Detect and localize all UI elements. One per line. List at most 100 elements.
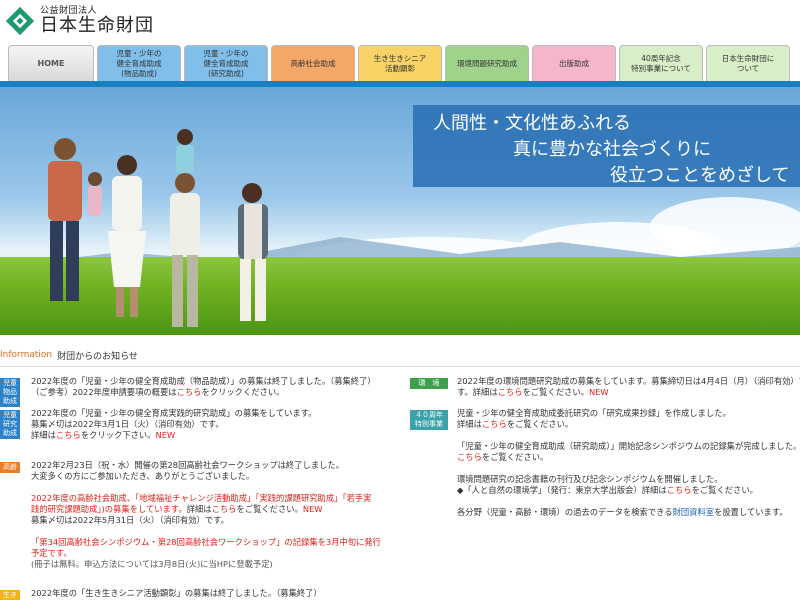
news-link[interactable]: こちら bbox=[457, 452, 482, 462]
nav-item[interactable]: 出版助成 bbox=[532, 45, 616, 81]
news-line: 環境問題研究の記念書籍の刊行及び記念シンポジウムを開催しました。 bbox=[457, 474, 800, 485]
news-text: をご覧ください。 bbox=[691, 485, 758, 495]
news-text: （ご参考）2022年度申請要項の概要は bbox=[31, 387, 177, 397]
news-text: 募集〆切は2022年5月31日（火）（消印有効）です。 bbox=[31, 515, 229, 525]
nav-home[interactable]: HOME bbox=[8, 45, 94, 81]
news-text: 2022年度の環境問題研究助成の募集をしています。募集締切日は4月4日（月）（消… bbox=[457, 376, 800, 386]
news-line: 践的研究課題助成」)の募集をしています。詳細はこちらをご覧ください。NEW bbox=[31, 504, 381, 515]
nav-item[interactable]: 日本生命財団に ついて bbox=[706, 45, 790, 81]
main-nav: HOME 児童・少年の 健全育成助成 (物品助成) 児童・少年の 健全育成助成 (研… bbox=[8, 45, 800, 81]
news-text: をご覧ください。 bbox=[506, 419, 574, 429]
news-text: 2022年度の「児童・少年の健全育成助成（物品助成）」の募集は終了しました。（募… bbox=[31, 376, 376, 386]
hero-line-1: 人間性・文化性あふれる bbox=[433, 113, 631, 134]
news-text: をご覧ください。 bbox=[481, 452, 549, 462]
news-text: 2022年度の「生き生きシニア活動顕彰」の募集は終了しました。（募集終了） bbox=[31, 588, 322, 598]
news-line: 2022年2月23日（祝・水）開催の第28回高齢社会ワークショップは終了しました… bbox=[31, 460, 381, 471]
family-photo bbox=[48, 129, 268, 327]
news-line: 募集〆切は2022年5月31日（火）（消印有効）です。 bbox=[31, 515, 381, 526]
nav-item[interactable]: 40周年記念 特別事業について bbox=[619, 45, 703, 81]
news-text: 募集〆切は2022年3月1日（火）（消印有効）です。 bbox=[31, 419, 224, 429]
news-line bbox=[457, 463, 800, 474]
news-line: 各分野（児童・高齢・環境）の過去のデータを検索できる財団資料室を設置しています。 bbox=[457, 507, 800, 518]
hero-line-3: 役立つことをめざして bbox=[610, 165, 790, 186]
news-text: をご覧ください。 bbox=[522, 387, 589, 397]
nav-item[interactable]: 児童・少年の 健全育成助成 (研究助成) bbox=[184, 45, 268, 81]
news-link[interactable]: こちら bbox=[212, 504, 237, 514]
news-link[interactable]: こちら bbox=[498, 387, 523, 397]
news-text: 予定です。 bbox=[31, 548, 72, 558]
news-line: 詳細はこちらをご覧ください。 bbox=[457, 419, 800, 430]
news-text: をご覧ください。 bbox=[236, 504, 303, 514]
news-text: をクリック下さい。 bbox=[80, 430, 156, 440]
news-text: 2022年度の高齢社会助成、「地域福祉チャレンジ活動助成」「実践的課題研究助成」… bbox=[31, 493, 372, 503]
news-line bbox=[31, 526, 381, 537]
org-name: 日本生命財団 bbox=[40, 15, 154, 36]
news-line: 「児童・少年の健全育成助成（研究助成）」開始記念シンポジウムの記録集が完成しまし… bbox=[457, 441, 800, 452]
news-line: （ご参考）2022年度申請要項の概要はこちらをクリックください。 bbox=[31, 387, 376, 398]
hero-line-2: 真に豊かな社会づくりに bbox=[513, 139, 711, 160]
news-text: 詳細は bbox=[31, 430, 56, 440]
news-link[interactable]: 財団資料室 bbox=[673, 507, 715, 517]
news-line: 児童・少年の健全育成助成委託研究の「研究成果抄録」を作成しました。 bbox=[457, 408, 800, 419]
news-text: を設置しています。 bbox=[714, 507, 788, 517]
news-text: 践的研究課題助成」)の募集をしています。 bbox=[31, 504, 187, 514]
news-text: 環境問題研究の記念書籍の刊行及び記念シンポジウムを開催しました。 bbox=[457, 474, 723, 484]
logo-mark-icon bbox=[6, 7, 34, 35]
news-text: 「第34回高齢社会シンポジウム・第28回高齢社会ワークショップ」の記録集を3月中… bbox=[31, 537, 381, 547]
news-link[interactable]: こちら bbox=[667, 485, 692, 495]
news-line: 2022年度の「生き生きシニア活動顕彰」の募集は終了しました。（募集終了） bbox=[31, 588, 322, 599]
news-line: 2022年度の「児童・少年の健全育成実践的研究助成」の募集をしています。 bbox=[31, 408, 317, 419]
news-link[interactable]: こちら bbox=[482, 419, 507, 429]
news-text: をクリックください。 bbox=[201, 387, 285, 397]
news-line: ◆「人と自然の環境学」（発行：東京大学出版会）詳細はこちらをご覧ください。 bbox=[457, 485, 800, 496]
news-line: 予定です。 bbox=[31, 548, 381, 559]
news-text: 2022年2月23日（祝・水）開催の第28回高齢社会ワークショップは終了しました… bbox=[31, 460, 345, 470]
info-title-jp: 財団からのお知らせ bbox=[57, 351, 138, 362]
new-badge: NEW bbox=[588, 387, 609, 397]
site-logo[interactable]: 公益財団法人 日本生命財団 bbox=[6, 6, 154, 36]
news-line: す。詳細はこちらをご覧ください。NEW bbox=[457, 387, 800, 398]
news-line: 2022年度の高齢社会助成、「地域福祉チャレンジ活動助成」「実践的課題研究助成」… bbox=[31, 493, 381, 504]
news-text: 児童・少年の健全育成助成委託研究の「研究成果抄録」を作成しました。 bbox=[457, 408, 731, 418]
news-line: 詳細はこちらをクリック下さい。NEW bbox=[31, 430, 317, 441]
news-category-badge: 生き生き bbox=[0, 590, 20, 600]
news-text: 大変多くの方にご参加いただき、ありがとうございました。 bbox=[31, 471, 255, 481]
news-line: 募集〆切は2022年3月1日（火）（消印有効）です。 bbox=[31, 419, 317, 430]
news-line: 大変多くの方にご参加いただき、ありがとうございました。 bbox=[31, 471, 381, 482]
news-text: (冊子は無料。申込方法については3月8日(火)に当HPに登載予定) bbox=[31, 559, 273, 569]
news-line bbox=[457, 430, 800, 441]
new-badge: NEW bbox=[155, 430, 176, 440]
nav-item[interactable]: 生き生きシニア 活動顕彰 bbox=[358, 45, 442, 81]
news-category-badge: 高齢 bbox=[0, 462, 20, 473]
news-line: 2022年度の環境問題研究助成の募集をしています。募集締切日は4月4日（月）（消… bbox=[457, 376, 800, 387]
info-title-en: Information bbox=[0, 350, 53, 360]
news-text: 詳細は bbox=[186, 504, 212, 514]
news-category-badge: ４０周年 特別事業 bbox=[410, 410, 448, 430]
news-line: (冊子は無料。申込方法については3月8日(火)に当HPに登載予定) bbox=[31, 559, 381, 570]
nav-item[interactable]: 児童・少年の 健全育成助成 (物品助成) bbox=[97, 45, 181, 81]
news-text: 詳細は bbox=[457, 419, 482, 429]
news-text: 2022年度の「児童・少年の健全育成実践的研究助成」の募集をしています。 bbox=[31, 408, 317, 418]
hero-banner: 人間性・文化性あふれる 真に豊かな社会づくりに 役立つことをめざして bbox=[413, 105, 800, 187]
site-header: 公益財団法人 日本生命財団 bbox=[0, 0, 800, 44]
news-text: す。詳細は bbox=[457, 387, 498, 397]
news-line: 2022年度の「児童・少年の健全育成助成（物品助成）」の募集は終了しました。（募… bbox=[31, 376, 376, 387]
news-category-badge: 児童 物品助成 bbox=[0, 378, 20, 407]
new-badge: NEW bbox=[302, 504, 323, 514]
nav-item[interactable]: 高齢社会助成 bbox=[271, 45, 355, 81]
nav-item[interactable]: 環境問題研究助成 bbox=[445, 45, 529, 81]
info-header: Information 財団からのお知らせ bbox=[0, 348, 138, 362]
hero-image: 人間性・文化性あふれる 真に豊かな社会づくりに 役立つことをめざして bbox=[0, 87, 800, 335]
news-text: 各分野（児童・高齢・環境）の過去のデータを検索できる bbox=[457, 507, 673, 517]
news-line bbox=[457, 496, 800, 507]
news-line: 「第34回高齢社会シンポジウム・第28回高齢社会ワークショップ」の記録集を3月中… bbox=[31, 537, 381, 548]
news-category-badge: 環 境 bbox=[410, 378, 448, 389]
info-divider bbox=[0, 366, 800, 367]
news-link[interactable]: こちら bbox=[177, 387, 202, 397]
news-category-badge: 児童 研究助成 bbox=[0, 410, 20, 439]
news-line bbox=[31, 482, 381, 493]
news-text: 「児童・少年の健全育成助成（研究助成）」開始記念シンポジウムの記録集が完成しまし… bbox=[457, 441, 800, 451]
news-link[interactable]: こちら bbox=[56, 430, 81, 440]
news-text: ◆「人と自然の環境学」（発行：東京大学出版会）詳細は bbox=[457, 485, 667, 495]
news-line: こちらをご覧ください。 bbox=[457, 452, 800, 463]
